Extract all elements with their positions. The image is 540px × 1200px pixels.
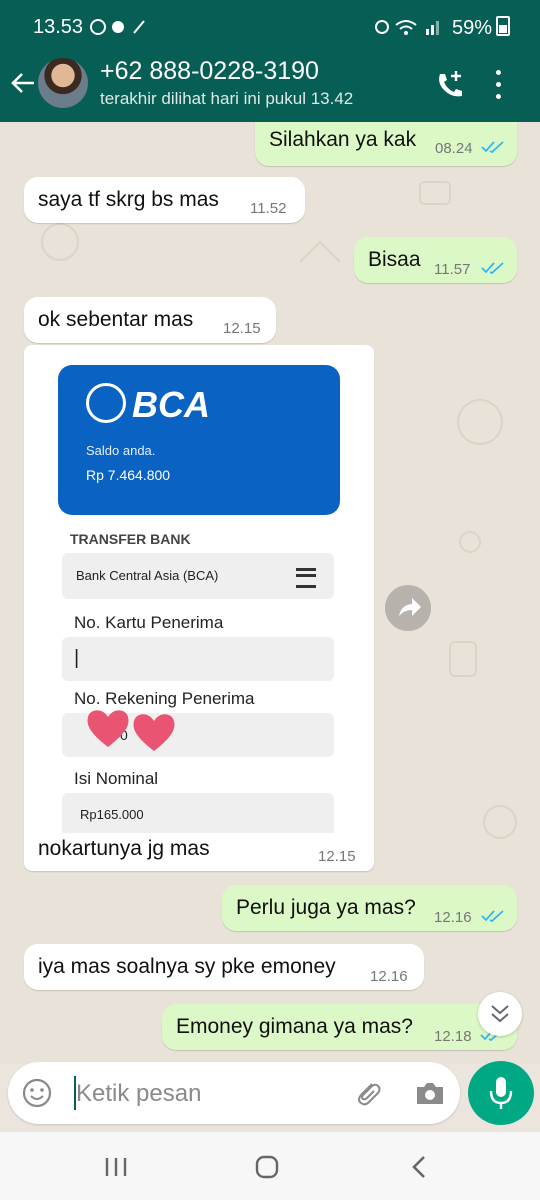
card-number-label: No. Kartu Penerima [74,613,224,632]
message-incoming[interactable]: saya tf skrg bs mas 11.52 [24,177,305,223]
message-text: Perlu juga ya mas? [236,896,416,919]
system-nav-bar [0,1132,540,1200]
bca-logo-text: BCA [132,384,210,425]
home-nav-icon[interactable] [254,1154,280,1180]
message-text: saya tf skrg bs mas [38,188,219,211]
voice-message-button[interactable] [468,1061,534,1125]
heart-sticker-icon [87,710,129,747]
message-text: Silahkan ya kak [269,128,417,151]
message-incoming[interactable]: iya mas soalnya sy pke emoney 12.16 [24,944,424,990]
message-time: 12.16 [370,968,408,985]
forward-icon [399,598,421,616]
more-vert-icon[interactable] [496,70,504,100]
read-ticks-icon [481,141,504,154]
message-text: ok sebentar mas [38,308,194,331]
message-incoming[interactable]: ok sebentar mas 12.15 [24,297,276,343]
avatar[interactable] [38,58,88,108]
camera-icon[interactable] [414,1079,446,1107]
message-text: Bisaa [368,248,421,271]
message-outgoing[interactable]: Emoney gimana ya mas? 12.18 [162,1004,517,1050]
saldo-label: Saldo anda. [86,443,156,458]
heart-sticker-icon [133,714,175,751]
message-time: 12.15 [318,848,356,865]
saldo-value: Rp 7.464.800 [86,467,171,483]
message-time: 11.52 [250,200,287,217]
image-caption: nokartunya jg mas [38,837,210,860]
battery-percent: 59% [451,17,492,39]
back-arrow-icon[interactable] [10,70,36,96]
scroll-down-button[interactable] [478,992,522,1036]
status-right: 59% [374,16,510,40]
message-text: iya mas soalnya sy pke emoney [38,955,336,978]
bca-screenshot-image[interactable]: BCA Saldo anda. Rp 7.464.800 TRANSFER BA… [36,357,360,833]
chat-header[interactable]: +62 888-0228-3190 terakhir dilihat hari … [0,56,540,122]
status-bar: 13.53 59% [0,0,540,56]
notification-icons [90,17,150,42]
bca-emblem-icon [86,383,126,423]
transfer-title: TRANSFER BANK [70,531,191,547]
last-seen: terakhir dilihat hari ini pukul 13.42 [100,89,354,108]
mic-icon [489,1077,513,1109]
alarm-wifi-signal-icon [375,20,440,35]
message-time: 08.24 [435,140,473,157]
add-call-icon[interactable] [432,68,468,104]
message-time: 12.18 [434,1028,472,1045]
message-time: 12.15 [223,320,261,337]
card-number-field: | [62,637,334,681]
contact-name[interactable]: +62 888-0228-3190 [100,57,319,86]
read-ticks-icon [481,262,504,275]
attach-icon[interactable] [352,1078,384,1110]
amount-value: Rp165.000 [80,807,144,822]
scroll-down-icon [491,1005,509,1023]
bca-balance-card: BCA Saldo anda. Rp 7.464.800 [58,365,340,515]
bca-logo: BCA [86,383,210,426]
message-time: 12.16 [434,909,472,926]
emoji-icon[interactable] [22,1078,52,1108]
message-text: Emoney gimana ya mas? [176,1015,413,1038]
message-outgoing[interactable]: Bisaa 11.57 [354,237,517,283]
status-time: 13.53 [33,16,84,38]
recents-nav-icon[interactable] [104,1156,128,1178]
message-input[interactable]: Ketik pesan [76,1080,201,1108]
message-outgoing[interactable]: Silahkan ya kak 08.24 [255,122,517,166]
read-ticks-icon [481,910,504,923]
whatsapp-notification-icon [90,19,145,35]
amount-label: Isi Nominal [74,769,159,788]
bank-select-field: Bank Central Asia (BCA) [62,553,334,599]
bank-select-value: Bank Central Asia (BCA) [76,568,219,583]
message-composer[interactable]: Ketik pesan [8,1062,460,1124]
back-nav-icon[interactable] [408,1154,430,1180]
image-message[interactable]: BCA Saldo anda. Rp 7.464.800 TRANSFER BA… [24,345,374,871]
amount-field: Rp165.000 [62,793,334,833]
chat-area[interactable]: Silahkan ya kak 08.24 saya tf skrg bs ma… [0,122,540,1064]
forward-button[interactable] [385,585,431,631]
card-number-value: | [74,647,80,669]
battery-icon [496,16,510,36]
list-icon [296,568,316,588]
message-time: 11.57 [434,261,471,278]
message-outgoing[interactable]: Perlu juga ya mas? 12.16 [222,885,517,931]
